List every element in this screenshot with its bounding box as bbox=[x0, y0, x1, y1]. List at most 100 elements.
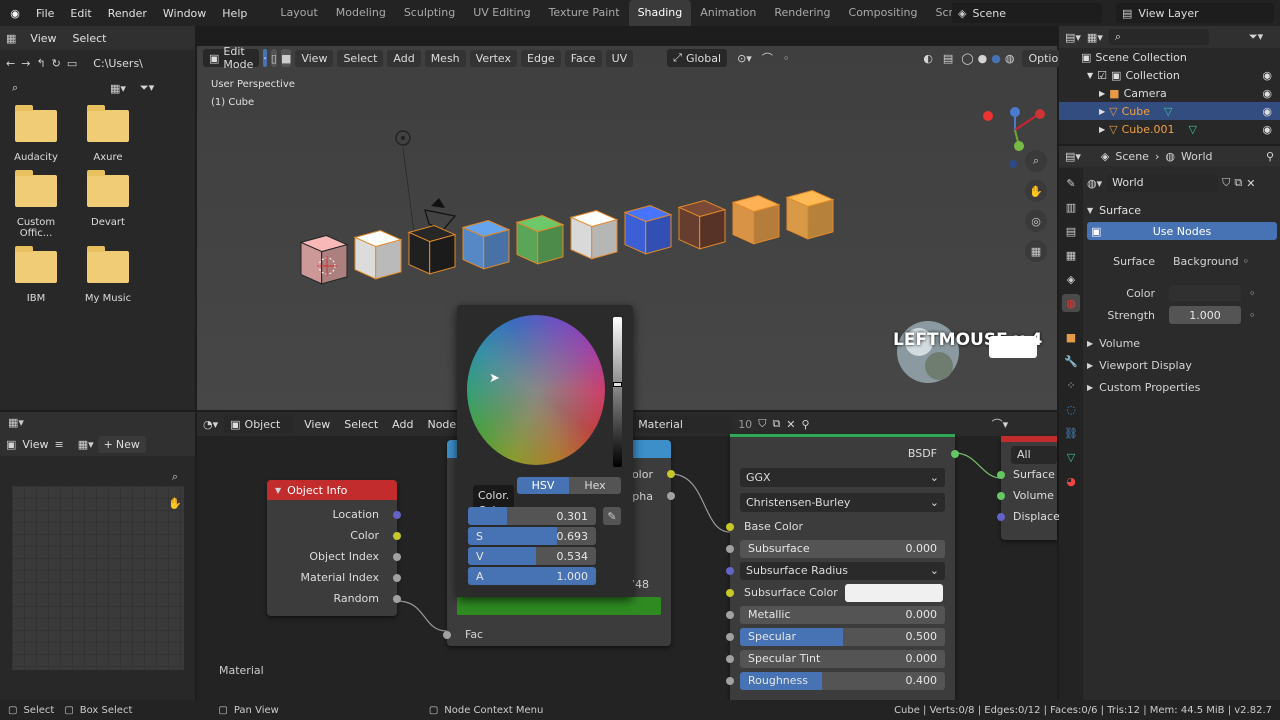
edge-select-icon[interactable]: ▯ bbox=[270, 49, 277, 67]
color-socket[interactable] bbox=[726, 588, 734, 597]
vp-menu-view[interactable]: View bbox=[295, 49, 334, 67]
eye-icon[interactable]: ◉ bbox=[1262, 87, 1272, 100]
bsdf-value-field[interactable]: Subsurface 0.000 bbox=[740, 539, 945, 558]
eye-icon[interactable]: ◉ bbox=[1262, 105, 1272, 118]
custom-properties-panel-header[interactable]: ▶ Custom Properties bbox=[1087, 376, 1277, 398]
display-mode-icon[interactable]: ▦▾ bbox=[1087, 31, 1103, 44]
subsurface-method-dropdown[interactable]: Christensen-Burley ⌄ bbox=[740, 493, 945, 512]
value-socket[interactable] bbox=[393, 573, 401, 582]
xray-icon[interactable]: ▤ bbox=[943, 52, 953, 65]
value-handle[interactable] bbox=[613, 382, 622, 387]
shading-material-icon[interactable]: ● bbox=[991, 52, 1001, 65]
expand-icon[interactable]: ▶ bbox=[1099, 107, 1105, 116]
tab-layout[interactable]: Layout bbox=[271, 0, 326, 26]
node-header[interactable] bbox=[1001, 436, 1057, 442]
saturation-field[interactable]: S 0.693 bbox=[468, 527, 596, 545]
display-mode-icon[interactable]: ▦▾ bbox=[110, 82, 126, 95]
eyedropper-icon[interactable]: ✎ bbox=[603, 507, 621, 525]
orientation-selector[interactable]: ⤢ Global bbox=[667, 49, 728, 67]
cube-object[interactable] bbox=[623, 204, 673, 255]
vp-menu-select[interactable]: Select bbox=[337, 49, 384, 67]
close-icon[interactable]: ✕ bbox=[1246, 177, 1255, 190]
menu-icon[interactable]: ≡ bbox=[55, 438, 64, 451]
ie-view-menu[interactable]: View bbox=[20, 438, 50, 451]
outliner-item-camera[interactable]: ▶ ■ Camera ◉ bbox=[1059, 84, 1280, 102]
material-output-node[interactable]: All Surface Volume Displace bbox=[997, 436, 1060, 540]
use-nodes-button[interactable]: ▣ Use Nodes bbox=[1087, 222, 1277, 240]
value-socket[interactable] bbox=[726, 676, 734, 685]
outliner-item-cube-001[interactable]: ▶ ▽ Cube.001 ▽ ◉ bbox=[1059, 120, 1280, 138]
tab-uv-editing[interactable]: UV Editing bbox=[464, 0, 539, 26]
volume-panel-header[interactable]: ▶ Volume bbox=[1087, 332, 1277, 354]
pan-hand-icon[interactable]: ✋ bbox=[1025, 180, 1047, 202]
cube-object[interactable] bbox=[677, 199, 727, 250]
snap-icon[interactable]: ⌒ bbox=[762, 50, 773, 66]
forward-icon[interactable]: → bbox=[21, 57, 30, 70]
world-tab-icon[interactable]: ◍ bbox=[1062, 294, 1080, 312]
strength-field[interactable]: 1.000 bbox=[1169, 306, 1241, 324]
fb-select-menu[interactable]: Select bbox=[65, 32, 115, 45]
render-tab-icon[interactable]: ▥ bbox=[1062, 198, 1080, 216]
folder-item[interactable]: My Music bbox=[72, 246, 144, 304]
editor-type-icon[interactable]: ▤▾ bbox=[1065, 150, 1081, 163]
bsdf-value-field[interactable]: Metallic 0.000 bbox=[740, 605, 945, 624]
tab-rendering[interactable]: Rendering bbox=[765, 0, 839, 26]
value-field[interactable]: V 0.534 bbox=[468, 547, 596, 565]
link-dot-icon[interactable]: ◦ bbox=[1249, 309, 1256, 322]
shading-solid-icon[interactable]: ● bbox=[978, 52, 988, 65]
value-socket[interactable] bbox=[667, 492, 675, 500]
principled-bsdf-node[interactable]: BSDF GGX ⌄ Christensen-Burley ⌄ Base Color… bbox=[726, 434, 959, 700]
editor-type-icon[interactable]: ▤▾ bbox=[1065, 31, 1081, 44]
surface-shader-field[interactable]: Background ◦ bbox=[1169, 252, 1253, 270]
output-tab-icon[interactable]: ▤ bbox=[1062, 222, 1080, 240]
modifier-tab-icon[interactable]: 🔧 bbox=[1062, 352, 1080, 370]
cube-object[interactable] bbox=[353, 229, 403, 280]
pivot-icon[interactable]: ⊙▾ bbox=[737, 52, 752, 65]
face-select-icon[interactable]: ■ bbox=[280, 49, 292, 67]
surface-panel-header[interactable]: ▼ Surface bbox=[1087, 198, 1277, 222]
vp-menu-vertex[interactable]: Vertex bbox=[469, 49, 518, 67]
shading-render-icon[interactable]: ◍ bbox=[1005, 52, 1015, 65]
tab-sculpting[interactable]: Sculpting bbox=[395, 0, 464, 26]
distribution-dropdown[interactable]: GGX ⌄ bbox=[740, 468, 945, 487]
value-socket[interactable] bbox=[443, 631, 451, 639]
tab-modeling[interactable]: Modeling bbox=[327, 0, 395, 26]
vp-menu-edge[interactable]: Edge bbox=[521, 49, 561, 67]
color-socket[interactable] bbox=[726, 522, 734, 531]
data-tab-icon[interactable]: ▽ bbox=[1062, 448, 1080, 466]
scene-selector[interactable]: ◈ Scene bbox=[952, 3, 1102, 23]
color-socket[interactable] bbox=[393, 531, 401, 540]
tab-texture-paint[interactable]: Texture Paint bbox=[540, 0, 629, 26]
target-dropdown[interactable]: All bbox=[1011, 446, 1057, 464]
object-info-node[interactable]: ▼ Object Info Location Color Object Inde… bbox=[267, 480, 401, 616]
folder-item[interactable]: Axure bbox=[72, 105, 144, 163]
particles-tab-icon[interactable]: ⁘ bbox=[1062, 376, 1080, 394]
overlay-icon[interactable]: ◐ bbox=[923, 52, 933, 65]
cube-object[interactable] bbox=[785, 189, 835, 240]
world-browse-icon[interactable]: ◍▾ bbox=[1087, 177, 1102, 190]
menu-window[interactable]: Window bbox=[155, 7, 214, 20]
folder-item[interactable]: IBM bbox=[0, 246, 72, 304]
new-image-button[interactable]: + New bbox=[97, 435, 146, 453]
object-tab-icon[interactable]: ■ bbox=[1062, 328, 1080, 346]
menu-file[interactable]: File bbox=[28, 7, 62, 20]
proportional-icon[interactable]: ◦ bbox=[783, 52, 790, 65]
scene-tab-icon[interactable]: ◈ bbox=[1062, 270, 1080, 288]
constraints-tab-icon[interactable]: ⛓ bbox=[1062, 424, 1080, 442]
checkbox-icon[interactable]: ☑ bbox=[1097, 69, 1107, 82]
cube-object[interactable] bbox=[299, 234, 349, 285]
menu-edit[interactable]: Edit bbox=[62, 7, 99, 20]
menu-render[interactable]: Render bbox=[100, 7, 155, 20]
subsurface-radius-dropdown[interactable]: Subsurface Radius ⌄ bbox=[740, 561, 945, 580]
refresh-icon[interactable]: ↻ bbox=[52, 57, 61, 70]
color-swatch[interactable] bbox=[457, 597, 661, 615]
pin-icon[interactable]: ⚲ bbox=[1266, 150, 1274, 163]
tab-animation[interactable]: Animation bbox=[691, 0, 765, 26]
fake-user-icon[interactable]: ⛉ bbox=[1222, 176, 1230, 190]
alpha-field[interactable]: A 1.000 bbox=[468, 567, 596, 585]
tab-compositing[interactable]: Compositing bbox=[840, 0, 927, 26]
vector-socket[interactable] bbox=[726, 566, 734, 575]
value-socket[interactable] bbox=[726, 610, 734, 619]
fb-view-menu[interactable]: View bbox=[22, 32, 64, 45]
view-mode-icon[interactable]: ▣ bbox=[6, 438, 16, 451]
